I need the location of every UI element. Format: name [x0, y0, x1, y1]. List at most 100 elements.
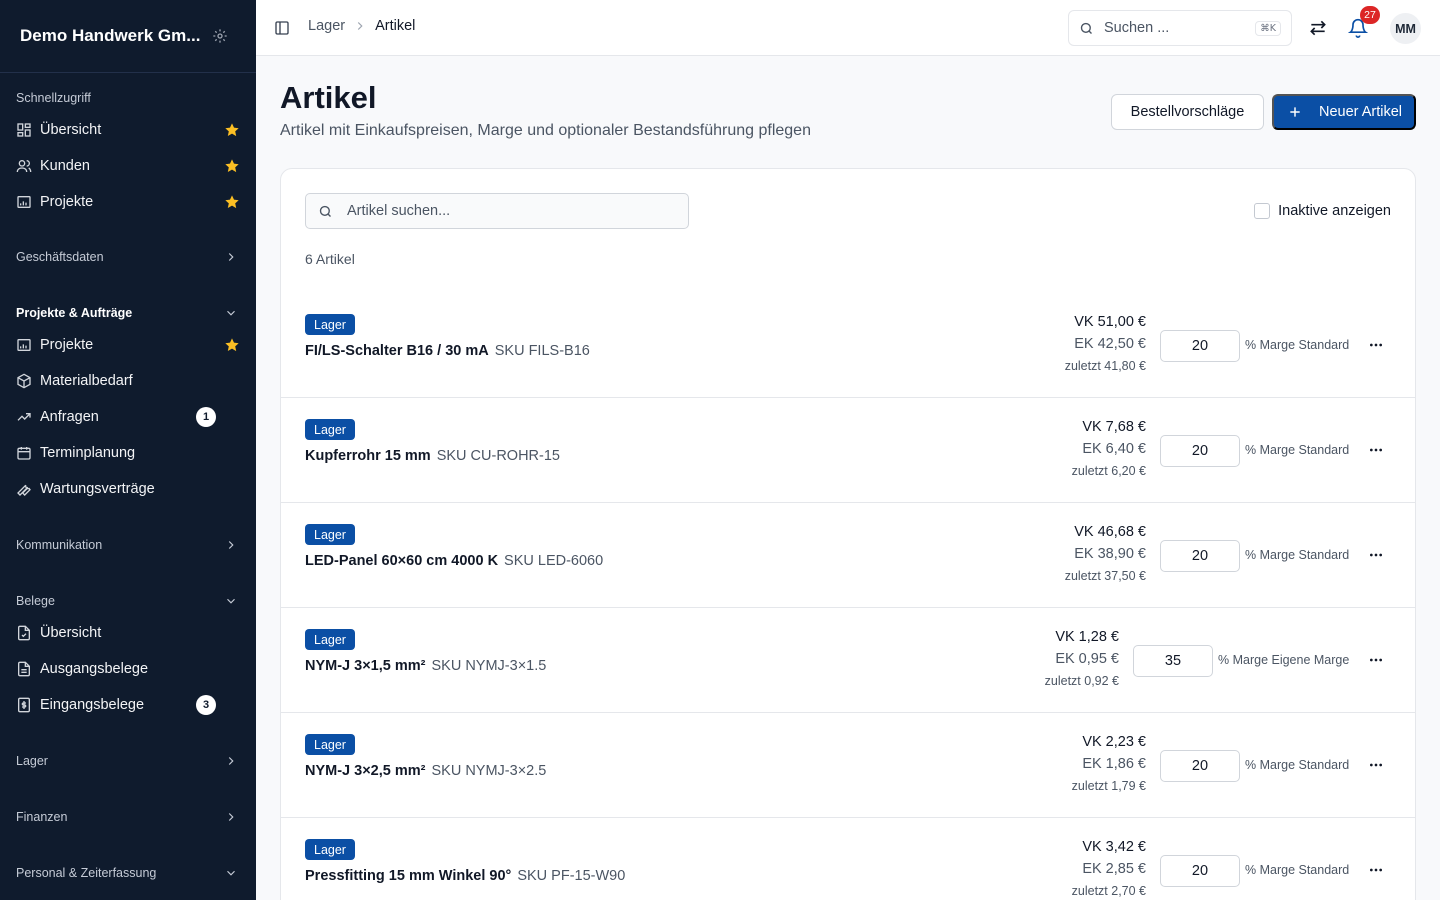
order-suggestions-button[interactable]: Bestellvorschläge	[1111, 94, 1264, 130]
company-name[interactable]: Demo Handwerk Gm...	[20, 26, 200, 46]
margin-input[interactable]: 35	[1133, 645, 1213, 677]
chevron-right-icon	[228, 541, 234, 549]
new-article-button[interactable]: Neuer Artikel	[1272, 94, 1416, 130]
article-name-line: FI/LS-Schalter B16 / 30 mA SKU FILS-B16	[305, 343, 590, 359]
article-sku: SKU PF-15-W90	[517, 868, 626, 884]
more-horizontal-icon[interactable]	[1368, 652, 1384, 668]
sidebar-item-documents-overview[interactable]: Übersicht	[16, 615, 240, 651]
wrench-icon	[17, 484, 31, 496]
sidebar-item-incoming[interactable]: Eingangsbelege 3	[16, 687, 240, 723]
sale-price: VK 7,68 €	[1082, 419, 1146, 435]
group-personnel-toggle[interactable]: Personal & Zeiterfassung	[16, 863, 240, 883]
group-communication-toggle[interactable]: Kommunikation	[16, 535, 240, 555]
article-name: Pressfitting 15 mm Winkel 90°	[305, 868, 512, 884]
sale-price: VK 3,42 €	[1082, 839, 1146, 855]
sidebar-group-communication[interactable]: Kommunikation	[0, 535, 256, 555]
group-stock-toggle[interactable]: Lager	[16, 751, 240, 771]
table-row[interactable]: Lager Kupferrohr 15 mm SKU CU-ROHR-15 VK …	[281, 398, 1415, 503]
purchase-price: EK 6,40 €	[1082, 441, 1146, 457]
sidebar-group-finance[interactable]: Finanzen	[0, 807, 256, 827]
margin-input[interactable]: 20	[1160, 540, 1240, 572]
article-count: 6 Artikel	[305, 251, 355, 267]
swap-icon[interactable]	[1308, 18, 1328, 38]
star-icon[interactable]	[224, 337, 240, 353]
star-icon[interactable]	[224, 194, 240, 210]
article-list-card: Inaktive anzeigen 6 Artikel Lager FI/LS-…	[280, 168, 1416, 900]
margin-input[interactable]: 20	[1160, 330, 1240, 362]
table-row[interactable]: Lager LED-Panel 60×60 cm 4000 K SKU LED-6…	[281, 503, 1415, 608]
last-price: zuletzt 2,70 €	[1071, 884, 1146, 898]
margin-input[interactable]: 20	[1160, 855, 1240, 887]
table-row[interactable]: Lager FI/LS-Schalter B16 / 30 mA SKU FILS…	[281, 293, 1415, 398]
last-price: zuletzt 0,92 €	[1044, 674, 1119, 688]
package-icon	[17, 373, 31, 389]
more-horizontal-icon[interactable]	[1368, 547, 1384, 563]
show-inactive-checkbox[interactable]	[1254, 203, 1271, 219]
sidebar-toggle-icon[interactable]	[274, 20, 290, 36]
margin-input[interactable]: 20	[1160, 435, 1240, 467]
star-icon[interactable]	[224, 122, 240, 138]
more-horizontal-icon[interactable]	[1368, 337, 1384, 353]
sidebar-item-label: Materialbedarf	[40, 373, 133, 389]
notification-badge: 27	[1360, 6, 1380, 24]
sidebar-item-scheduling[interactable]: Terminplanung	[16, 435, 240, 471]
gear-icon[interactable]	[212, 28, 228, 44]
sidebar-group-business[interactable]: Geschäftsdaten	[0, 247, 256, 267]
file-icon	[18, 625, 30, 641]
table-row[interactable]: Lager NYM-J 3×2,5 mm² SKU NYMJ-3×2.5 VK 2…	[281, 713, 1415, 818]
purchase-price: EK 0,95 €	[1055, 651, 1119, 667]
margin-label: % Marge Standard	[1245, 758, 1350, 772]
purchase-price: EK 42,50 €	[1074, 336, 1146, 352]
article-name: FI/LS-Schalter B16 / 30 mA	[305, 343, 489, 359]
article-prices: VK 3,42 € EK 2,85 € zuletzt 2,70 €	[1072, 837, 1146, 900]
article-sku: SKU NYMJ-3×2.5	[431, 763, 547, 779]
group-label: Geschäftsdaten	[16, 250, 104, 264]
sale-price: VK 51,00 €	[1074, 314, 1146, 330]
article-name-line: NYM-J 3×2,5 mm² SKU NYMJ-3×2.5	[305, 763, 546, 779]
margin-input[interactable]: 20	[1160, 750, 1240, 782]
avatar[interactable]: MM	[1390, 13, 1421, 44]
chevron-down-icon	[227, 310, 235, 316]
sidebar-item-outgoing[interactable]: Ausgangsbelege	[16, 651, 240, 687]
count-badge: 3	[196, 695, 216, 715]
global-search-label: Suchen ...	[1104, 20, 1170, 36]
group-finance-toggle[interactable]: Finanzen	[16, 807, 240, 827]
calendar-icon	[17, 447, 31, 460]
sidebar-item-label: Ausgangsbelege	[40, 661, 149, 677]
more-horizontal-icon[interactable]	[1368, 442, 1384, 458]
sidebar-item-material[interactable]: Materialbedarf	[16, 363, 240, 399]
receipt-icon	[18, 697, 30, 713]
article-search	[305, 193, 689, 229]
article-name-line: Pressfitting 15 mm Winkel 90° SKU PF-15-W…	[305, 868, 625, 884]
group-documents-toggle[interactable]: Belege	[16, 591, 240, 611]
group-projects-toggle[interactable]: Projekte & Aufträge	[16, 303, 240, 323]
show-inactive-toggle[interactable]: Inaktive anzeigen	[1254, 203, 1391, 219]
margin-label: % Marge Standard	[1245, 443, 1350, 457]
article-name: NYM-J 3×2,5 mm²	[305, 763, 426, 779]
article-prices: VK 46,68 € EK 38,90 € zuletzt 37,50 €	[1065, 522, 1146, 586]
breadcrumb-link-stock[interactable]: Lager	[308, 18, 345, 34]
article-search-input[interactable]	[347, 203, 676, 219]
show-inactive-label: Inaktive anzeigen	[1278, 203, 1391, 219]
table-row[interactable]: Lager Pressfitting 15 mm Winkel 90° SKU P…	[281, 818, 1415, 900]
sidebar-item-overview[interactable]: Übersicht	[16, 112, 240, 148]
sidebar-group-stock[interactable]: Lager	[0, 751, 256, 771]
group-label: Finanzen	[16, 810, 68, 824]
group-label: Belege	[16, 594, 55, 608]
star-icon[interactable]	[224, 158, 240, 174]
group-business-toggle[interactable]: Geschäftsdaten	[16, 247, 240, 267]
file-text-icon	[18, 661, 30, 677]
sidebar-item-maintenance[interactable]: Wartungsverträge	[16, 471, 240, 507]
trending-up-icon	[17, 413, 31, 421]
stock-tag: Lager	[305, 524, 355, 545]
sidebar-item-projects[interactable]: Projekte	[16, 327, 240, 363]
search-icon	[319, 205, 331, 217]
table-row[interactable]: Lager NYM-J 3×1,5 mm² SKU NYMJ-3×1.5 VK 1…	[281, 608, 1415, 713]
sidebar-item-customers[interactable]: Kunden	[16, 148, 240, 184]
global-search-button[interactable]: Suchen ... ⌘K	[1068, 10, 1292, 46]
sidebar-group-personnel[interactable]: Personal & Zeiterfassung	[0, 863, 256, 883]
more-horizontal-icon[interactable]	[1368, 757, 1384, 773]
more-horizontal-icon[interactable]	[1368, 862, 1384, 878]
sidebar-item-requests[interactable]: Anfragen 1	[16, 399, 240, 435]
sidebar-item-projects-quick[interactable]: Projekte	[16, 184, 240, 220]
